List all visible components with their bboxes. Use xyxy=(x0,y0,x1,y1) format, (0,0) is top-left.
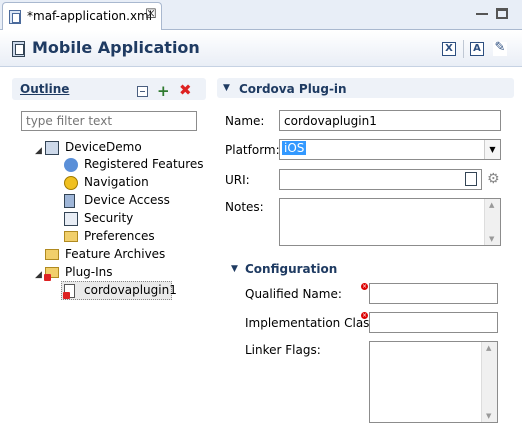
platform-label: Platform: xyxy=(225,143,280,157)
features-icon xyxy=(64,158,78,172)
tree-item-registered-features[interactable]: Registered Features xyxy=(84,157,204,171)
expand-toggle-icon[interactable]: ◢ xyxy=(35,270,42,280)
required-error-icon: × xyxy=(361,283,368,290)
collapse-arrow-icon[interactable]: ▼ xyxy=(231,264,238,274)
tree-item-security[interactable]: Security xyxy=(84,211,133,225)
linker-flags-label: Linker Flags: xyxy=(245,343,321,357)
page-title: Mobile Application xyxy=(32,38,200,57)
notes-scrollbar[interactable]: ▲ ▼ xyxy=(484,199,500,245)
tree-item-preferences[interactable]: Preferences xyxy=(84,229,155,243)
tree-item-feature-archives[interactable]: Feature Archives xyxy=(65,247,165,261)
device-access-icon xyxy=(64,194,75,208)
close-icon[interactable]: ☒ xyxy=(145,7,157,22)
folder-icon xyxy=(64,231,78,242)
tree-item-cordovaplugin1[interactable]: cordovaplugin1 xyxy=(84,283,177,297)
expand-toggle-icon[interactable]: ◢ xyxy=(35,146,42,156)
minimize-icon[interactable] xyxy=(476,13,488,16)
collapse-all-icon[interactable] xyxy=(137,86,148,97)
tree-item-devicedemo[interactable]: DeviceDemo xyxy=(65,140,142,154)
required-error-icon: × xyxy=(361,312,368,319)
browse-icon[interactable] xyxy=(465,172,477,186)
folder-icon xyxy=(45,249,59,260)
maximize-icon[interactable] xyxy=(496,8,508,19)
editor-tab-title: *maf-application.xml xyxy=(27,9,153,23)
run-icon[interactable]: ✎ xyxy=(493,41,507,56)
linker-flags-scrollbar[interactable]: ▲ ▼ xyxy=(481,342,497,422)
notes-label: Notes: xyxy=(225,200,264,214)
qualified-name-label: Qualified Name: xyxy=(245,287,342,301)
outline-title: Outline xyxy=(20,82,70,96)
mobile-application-icon xyxy=(12,41,25,57)
implementation-class-label: Implementation Class: xyxy=(245,316,380,330)
tree-item-device-access[interactable]: Device Access xyxy=(84,193,170,207)
name-field[interactable] xyxy=(279,110,501,131)
qualified-name-field[interactable] xyxy=(369,283,498,304)
linker-flags-textarea[interactable]: ▲ ▼ xyxy=(369,341,498,423)
platform-selected-value: iOS xyxy=(282,141,307,155)
error-marker-icon xyxy=(44,274,51,281)
name-label: Name: xyxy=(225,114,265,128)
navigation-icon xyxy=(64,176,78,190)
platform-select[interactable]: iOS ▼ xyxy=(279,139,501,160)
xml-source-icon[interactable]: X xyxy=(442,42,456,56)
tree-item-plug-ins[interactable]: Plug-Ins xyxy=(65,265,113,279)
validate-icon[interactable]: A xyxy=(470,42,484,56)
xml-file-icon xyxy=(9,10,21,24)
editor-header: Mobile Application X A ✎ xyxy=(0,31,522,67)
uri-field[interactable] xyxy=(279,169,482,190)
collapse-arrow-icon[interactable]: ▼ xyxy=(223,83,230,93)
security-icon xyxy=(64,212,78,226)
filter-input[interactable] xyxy=(21,111,197,131)
notes-textarea[interactable]: ▲ ▼ xyxy=(279,198,501,246)
application-icon xyxy=(45,141,59,155)
tree-item-navigation[interactable]: Navigation xyxy=(84,175,149,189)
add-icon[interactable]: + xyxy=(157,83,170,99)
settings-icon[interactable]: ⚙ xyxy=(487,171,500,187)
error-marker-icon xyxy=(63,292,70,299)
editor-tab[interactable]: *maf-application.xml ☒ xyxy=(2,2,162,30)
implementation-class-field[interactable] xyxy=(369,312,498,333)
configuration-title: Configuration xyxy=(245,262,338,276)
toolbar-separator xyxy=(463,40,464,58)
delete-icon[interactable]: ✖ xyxy=(179,82,192,98)
uri-label: URI: xyxy=(225,173,250,187)
cordova-section-title: Cordova Plug-in xyxy=(239,82,347,96)
chevron-down-icon[interactable]: ▼ xyxy=(484,140,500,159)
